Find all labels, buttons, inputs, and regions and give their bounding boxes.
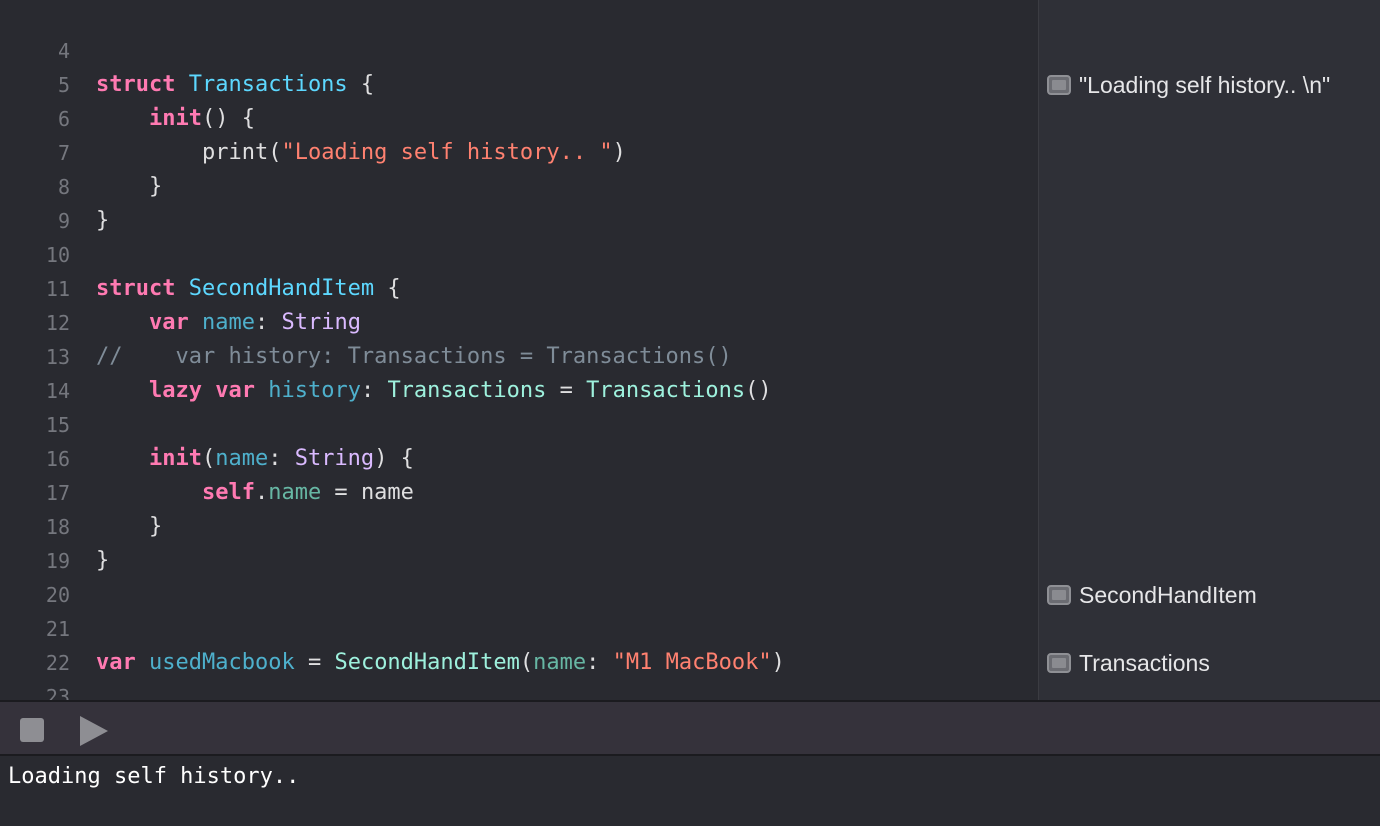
keyword: var xyxy=(148,310,189,335)
result-row-line-21[interactable]: SecondHandItem xyxy=(1047,578,1257,612)
keyword: self xyxy=(201,480,255,505)
keyword: var xyxy=(215,378,255,403)
code-line[interactable]: 8 } xyxy=(0,136,109,233)
comment: // var history: Transactions = Transacti… xyxy=(96,344,732,369)
parameter-label: name xyxy=(215,446,269,471)
quick-look-icon[interactable] xyxy=(1047,585,1071,605)
code-line[interactable]: 18 } xyxy=(0,476,109,573)
punctuation: { xyxy=(347,72,375,97)
punctuation: = xyxy=(294,650,335,675)
punctuation: } xyxy=(96,548,110,573)
quick-look-icon[interactable] xyxy=(1047,75,1071,95)
punctuation: ) xyxy=(374,446,388,471)
keyword: struct xyxy=(96,72,176,97)
punctuation: () xyxy=(201,106,229,131)
code-line[interactable]: 23 usedMacbook.history xyxy=(0,646,70,700)
punctuation: . xyxy=(254,480,269,505)
punctuation: { xyxy=(374,276,401,301)
play-icon[interactable] xyxy=(80,716,108,746)
string-literal: "Loading self history.. " xyxy=(281,140,613,165)
result-value: "Loading self history.. \n" xyxy=(1079,71,1331,98)
result-value: SecondHandItem xyxy=(1079,581,1257,608)
type-name: String xyxy=(294,446,375,471)
punctuation: { xyxy=(387,446,414,471)
keyword: init xyxy=(148,106,202,131)
punctuation: : xyxy=(254,310,282,335)
code-line[interactable]: 16 self.name = name xyxy=(0,408,414,505)
code-line[interactable]: 17 } xyxy=(0,442,162,539)
code-line[interactable]: 11 var name: String xyxy=(0,238,361,335)
code-line[interactable]: 6 print("Loading self history.. ") xyxy=(0,68,626,165)
keyword: init xyxy=(148,446,202,471)
code-line[interactable]: 22 xyxy=(0,612,70,675)
code-line[interactable]: 7 } xyxy=(0,102,162,199)
type-name: Transactions xyxy=(188,72,348,97)
punctuation: } xyxy=(148,514,163,539)
type-name: Transactions xyxy=(387,378,547,403)
type-name: SecondHandItem xyxy=(334,650,520,675)
code-line[interactable]: 12 // var history: Transactions = Transa… xyxy=(0,272,732,369)
results-sidebar: "Loading self history.. \n" SecondHandIt… xyxy=(1038,0,1380,700)
punctuation: = xyxy=(321,480,361,505)
type-name: SecondHandItem xyxy=(188,276,375,301)
property-reference: name xyxy=(268,480,322,505)
punctuation: : xyxy=(360,378,388,403)
result-row-line-6[interactable]: "Loading self history.. \n" xyxy=(1047,68,1330,102)
result-row-line-23[interactable]: Transactions xyxy=(1047,646,1210,680)
punctuation: } xyxy=(96,208,110,233)
punctuation: ( xyxy=(268,140,282,165)
code-line[interactable]: 24 xyxy=(0,680,53,700)
type-name: Transactions xyxy=(586,378,746,403)
punctuation: } xyxy=(148,174,163,199)
code-line[interactable]: 9 xyxy=(0,170,70,233)
keyword: var xyxy=(96,650,136,675)
property-name: name xyxy=(201,310,255,335)
keyword: struct xyxy=(96,276,176,301)
function-call: print xyxy=(201,140,269,165)
argument-label: name xyxy=(533,650,587,675)
stop-icon[interactable] xyxy=(20,718,44,742)
string-literal: "M1 MacBook" xyxy=(612,650,772,675)
code-line[interactable]: 14 xyxy=(0,340,70,403)
keyword: lazy xyxy=(148,378,202,403)
code-line[interactable]: 19 xyxy=(0,510,70,573)
code-editor[interactable]: 4 struct Transactions { 5 init() { 6 pri… xyxy=(0,0,1038,700)
console-output: Loading self history.. xyxy=(8,764,300,789)
punctuation: : xyxy=(268,446,295,471)
identifier: name xyxy=(360,480,414,505)
punctuation: ( xyxy=(519,650,534,675)
code-line[interactable]: 21 var usedMacbook = SecondHandItem(name… xyxy=(0,578,785,675)
code-line[interactable]: 5 init() { xyxy=(0,34,255,131)
code-line[interactable]: 15 init(name: String) { xyxy=(0,374,414,471)
code-line[interactable]: 20 xyxy=(0,544,70,607)
console-area[interactable]: Loading self history.. xyxy=(0,756,1380,826)
punctuation: ( xyxy=(201,446,216,471)
debug-bar xyxy=(0,700,1380,756)
punctuation: () xyxy=(745,378,772,403)
quick-look-icon[interactable] xyxy=(1047,653,1071,673)
type-name: String xyxy=(281,310,361,335)
punctuation: { xyxy=(228,106,255,131)
code-line[interactable]: 10 struct SecondHandItem { xyxy=(0,204,401,301)
punctuation: ) xyxy=(771,650,785,675)
code-line[interactable]: 13 lazy var history: Transactions = Tran… xyxy=(0,306,772,403)
code-line[interactable]: 4 struct Transactions { xyxy=(0,0,374,97)
property-name: history xyxy=(268,378,361,403)
variable-name: usedMacbook xyxy=(149,650,295,675)
result-value: Transactions xyxy=(1079,649,1210,676)
punctuation: = xyxy=(546,378,587,403)
punctuation: : xyxy=(586,650,613,675)
punctuation: ) xyxy=(612,140,626,165)
